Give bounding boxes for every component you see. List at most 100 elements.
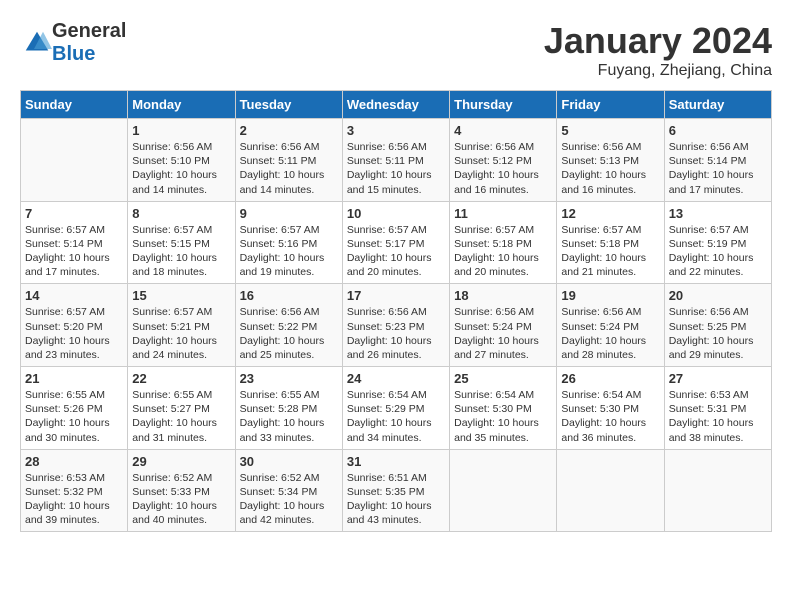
weekday-header-wednesday: Wednesday — [342, 91, 449, 119]
weekday-header-saturday: Saturday — [664, 91, 771, 119]
day-cell — [450, 449, 557, 532]
logo-icon — [22, 28, 52, 58]
week-row-3: 14 Sunrise: 6:57 AM Sunset: 5:20 PM Dayli… — [21, 284, 772, 367]
day-cell: 14 Sunrise: 6:57 AM Sunset: 5:20 PM Dayli… — [21, 284, 128, 367]
week-row-2: 7 Sunrise: 6:57 AM Sunset: 5:14 PM Daylig… — [21, 201, 772, 284]
weekday-header-thursday: Thursday — [450, 91, 557, 119]
day-info: Sunrise: 6:57 AM Sunset: 5:19 PM Dayligh… — [669, 223, 767, 280]
day-info: Sunrise: 6:57 AM Sunset: 5:18 PM Dayligh… — [561, 223, 659, 280]
day-cell: 31Sunrise: 6:51 AM Sunset: 5:35 PM Dayli… — [342, 449, 449, 532]
day-number: 20 — [669, 288, 767, 303]
day-info: Sunrise: 6:56 AM Sunset: 5:11 PM Dayligh… — [347, 140, 445, 197]
day-info: Sunrise: 6:57 AM Sunset: 5:14 PM Dayligh… — [25, 223, 123, 280]
day-cell: 2 Sunrise: 6:56 AM Sunset: 5:11 PM Daylig… — [235, 119, 342, 202]
day-number: 15 — [132, 288, 230, 303]
day-number: 18 — [454, 288, 552, 303]
day-number: 16 — [240, 288, 338, 303]
day-number: 25 — [454, 371, 552, 386]
day-cell: 27Sunrise: 6:53 AM Sunset: 5:31 PM Dayli… — [664, 367, 771, 450]
day-cell: 23Sunrise: 6:55 AM Sunset: 5:28 PM Dayli… — [235, 367, 342, 450]
day-cell: 29Sunrise: 6:52 AM Sunset: 5:33 PM Dayli… — [128, 449, 235, 532]
week-row-4: 21Sunrise: 6:55 AM Sunset: 5:26 PM Dayli… — [21, 367, 772, 450]
day-number: 11 — [454, 206, 552, 221]
day-number: 12 — [561, 206, 659, 221]
day-info: Sunrise: 6:56 AM Sunset: 5:23 PM Dayligh… — [347, 305, 445, 362]
logo-general: General — [52, 20, 126, 42]
page-header: General Blue January 2024 Fuyang, Zhejia… — [20, 20, 772, 80]
day-cell: 18 Sunrise: 6:56 AM Sunset: 5:24 PM Dayli… — [450, 284, 557, 367]
day-info: Sunrise: 6:57 AM Sunset: 5:18 PM Dayligh… — [454, 223, 552, 280]
day-number: 6 — [669, 123, 767, 138]
day-cell: 6 Sunrise: 6:56 AM Sunset: 5:14 PM Daylig… — [664, 119, 771, 202]
day-number: 10 — [347, 206, 445, 221]
day-number: 14 — [25, 288, 123, 303]
day-cell: 24 Sunrise: 6:54 AM Sunset: 5:29 PM Dayli… — [342, 367, 449, 450]
day-cell: 28Sunrise: 6:53 AM Sunset: 5:32 PM Dayli… — [21, 449, 128, 532]
title-section: January 2024 Fuyang, Zhejiang, China — [544, 20, 772, 80]
day-cell: 26 Sunrise: 6:54 AM Sunset: 5:30 PM Dayli… — [557, 367, 664, 450]
day-info: Sunrise: 6:56 AM Sunset: 5:12 PM Dayligh… — [454, 140, 552, 197]
day-info: Sunrise: 6:57 AM Sunset: 5:17 PM Dayligh… — [347, 223, 445, 280]
day-number: 4 — [454, 123, 552, 138]
day-cell: 13 Sunrise: 6:57 AM Sunset: 5:19 PM Dayli… — [664, 201, 771, 284]
day-info: Sunrise: 6:57 AM Sunset: 5:16 PM Dayligh… — [240, 223, 338, 280]
day-cell: 3Sunrise: 6:56 AM Sunset: 5:11 PM Daylig… — [342, 119, 449, 202]
day-cell: 4 Sunrise: 6:56 AM Sunset: 5:12 PM Daylig… — [450, 119, 557, 202]
day-number: 26 — [561, 371, 659, 386]
day-number: 22 — [132, 371, 230, 386]
day-info: Sunrise: 6:56 AM Sunset: 5:24 PM Dayligh… — [454, 305, 552, 362]
day-info: Sunrise: 6:54 AM Sunset: 5:29 PM Dayligh… — [347, 388, 445, 445]
day-number: 31 — [347, 454, 445, 469]
day-cell: 11 Sunrise: 6:57 AM Sunset: 5:18 PM Dayli… — [450, 201, 557, 284]
day-cell: 7 Sunrise: 6:57 AM Sunset: 5:14 PM Daylig… — [21, 201, 128, 284]
day-info: Sunrise: 6:57 AM Sunset: 5:15 PM Dayligh… — [132, 223, 230, 280]
day-info: Sunrise: 6:56 AM Sunset: 5:14 PM Dayligh… — [669, 140, 767, 197]
day-number: 19 — [561, 288, 659, 303]
day-cell — [664, 449, 771, 532]
day-number: 24 — [347, 371, 445, 386]
day-cell — [21, 119, 128, 202]
week-row-5: 28Sunrise: 6:53 AM Sunset: 5:32 PM Dayli… — [21, 449, 772, 532]
day-cell: 9 Sunrise: 6:57 AM Sunset: 5:16 PM Daylig… — [235, 201, 342, 284]
day-cell: 20Sunrise: 6:56 AM Sunset: 5:25 PM Dayli… — [664, 284, 771, 367]
day-number: 30 — [240, 454, 338, 469]
day-info: Sunrise: 6:56 AM Sunset: 5:11 PM Dayligh… — [240, 140, 338, 197]
location-title: Fuyang, Zhejiang, China — [544, 62, 772, 80]
day-info: Sunrise: 6:57 AM Sunset: 5:21 PM Dayligh… — [132, 305, 230, 362]
day-number: 28 — [25, 454, 123, 469]
day-number: 7 — [25, 206, 123, 221]
day-number: 8 — [132, 206, 230, 221]
day-cell: 30Sunrise: 6:52 AM Sunset: 5:34 PM Dayli… — [235, 449, 342, 532]
day-info: Sunrise: 6:52 AM Sunset: 5:33 PM Dayligh… — [132, 471, 230, 528]
day-number: 9 — [240, 206, 338, 221]
day-cell: 10 Sunrise: 6:57 AM Sunset: 5:17 PM Dayli… — [342, 201, 449, 284]
day-cell: 8 Sunrise: 6:57 AM Sunset: 5:15 PM Daylig… — [128, 201, 235, 284]
logo-text: General Blue — [52, 20, 126, 66]
day-cell: 12 Sunrise: 6:57 AM Sunset: 5:18 PM Dayli… — [557, 201, 664, 284]
day-cell: 17 Sunrise: 6:56 AM Sunset: 5:23 PM Dayli… — [342, 284, 449, 367]
day-cell: 5 Sunrise: 6:56 AM Sunset: 5:13 PM Daylig… — [557, 119, 664, 202]
day-info: Sunrise: 6:57 AM Sunset: 5:20 PM Dayligh… — [25, 305, 123, 362]
day-number: 17 — [347, 288, 445, 303]
weekday-header-friday: Friday — [557, 91, 664, 119]
day-number: 13 — [669, 206, 767, 221]
month-title: January 2024 — [544, 20, 772, 62]
day-info: Sunrise: 6:56 AM Sunset: 5:10 PM Dayligh… — [132, 140, 230, 197]
day-info: Sunrise: 6:56 AM Sunset: 5:22 PM Dayligh… — [240, 305, 338, 362]
week-row-1: 1Sunrise: 6:56 AM Sunset: 5:10 PM Daylig… — [21, 119, 772, 202]
logo-blue: Blue — [52, 43, 95, 65]
day-number: 5 — [561, 123, 659, 138]
logo: General Blue — [20, 20, 126, 66]
day-info: Sunrise: 6:56 AM Sunset: 5:13 PM Dayligh… — [561, 140, 659, 197]
day-number: 23 — [240, 371, 338, 386]
day-info: Sunrise: 6:54 AM Sunset: 5:30 PM Dayligh… — [561, 388, 659, 445]
day-number: 21 — [25, 371, 123, 386]
weekday-header-monday: Monday — [128, 91, 235, 119]
day-cell: 25 Sunrise: 6:54 AM Sunset: 5:30 PM Dayli… — [450, 367, 557, 450]
day-number: 27 — [669, 371, 767, 386]
day-cell: 22 Sunrise: 6:55 AM Sunset: 5:27 PM Dayli… — [128, 367, 235, 450]
day-info: Sunrise: 6:56 AM Sunset: 5:24 PM Dayligh… — [561, 305, 659, 362]
day-info: Sunrise: 6:54 AM Sunset: 5:30 PM Dayligh… — [454, 388, 552, 445]
day-info: Sunrise: 6:55 AM Sunset: 5:27 PM Dayligh… — [132, 388, 230, 445]
day-number: 2 — [240, 123, 338, 138]
